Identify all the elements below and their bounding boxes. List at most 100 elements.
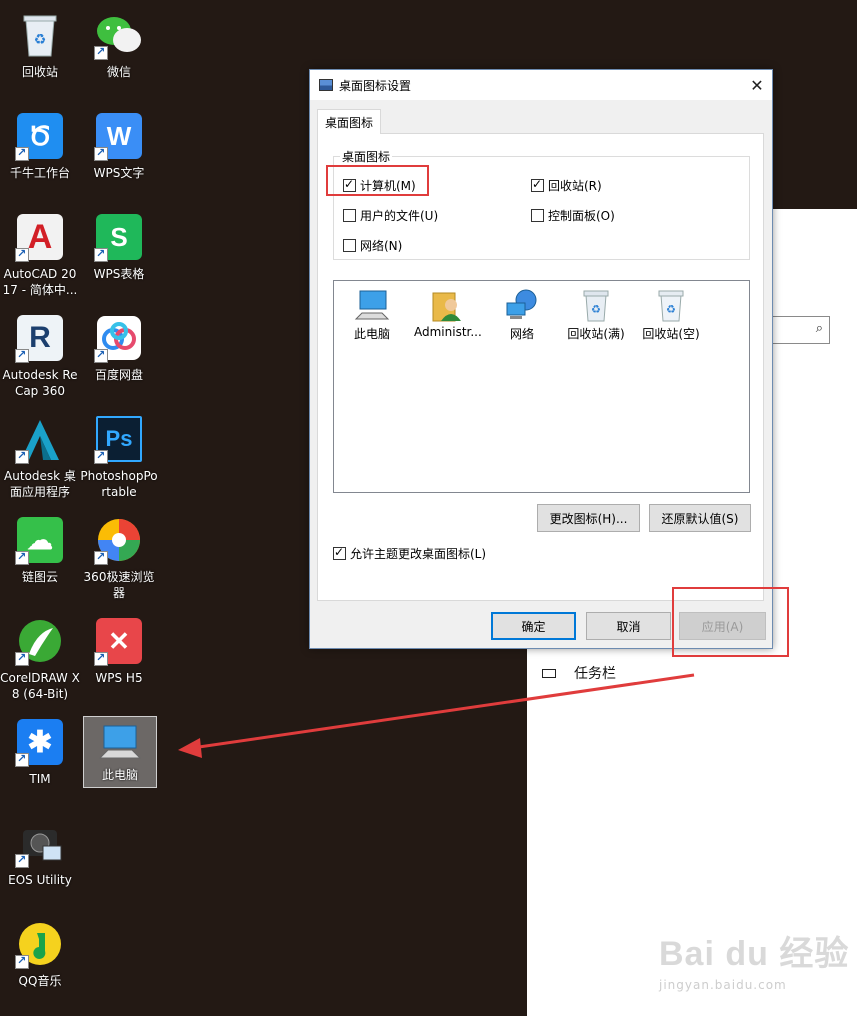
qianniu-icon: Ծ [15,111,65,161]
wps-spreadsheet-icon: S [94,212,144,262]
dialog-titlebar[interactable]: 桌面图标设置 ✕ [310,70,772,100]
checkbox-user-files[interactable]: 用户的文件(U) [343,207,438,224]
shortcut-arrow-icon [15,247,29,262]
360-browser-icon [94,515,144,565]
recycle-bin-empty-icon: ♻ [653,287,689,323]
watermark-main: Bai du 经验 [659,935,850,973]
cancel-button[interactable]: 取消 [586,612,671,640]
desktop-icon-label: 千牛工作台 [9,166,70,180]
this-pc-icon [95,721,145,763]
recycle-bin-full-icon: ♻ [578,287,614,323]
shortcut-arrow-icon [15,449,29,464]
highlight-apply-button [672,587,789,657]
desktop-icon-label: 百度网盘 [94,368,143,382]
settings-taskbar-item[interactable]: 任务栏 [542,662,616,684]
list-item-label: Administr... [414,325,482,339]
list-item[interactable]: 此电脑 [339,287,405,342]
desktop-icon-wechat[interactable]: 微信 [79,10,159,80]
shortcut-arrow-icon [15,853,29,868]
desktop-icon-eos-utility[interactable]: EOS Utility [0,818,80,888]
wps-h5-icon: ✕ [94,616,144,666]
ok-button[interactable]: 确定 [491,612,576,640]
shortcut-arrow-icon [94,146,108,161]
list-item-label: 回收站(满) [567,327,625,341]
desktop-icon-recap[interactable]: R Autodesk ReCap 360 [0,313,80,399]
user-folder-icon [429,287,465,323]
shortcut-arrow-icon [15,651,29,666]
shortcut-arrow-icon [94,247,108,262]
desktop-icon-wps-h5[interactable]: ✕ WPS H5 [79,616,159,686]
desktop-icon-qianniu[interactable]: Ծ 千牛工作台 [0,111,80,181]
allow-themes-checkbox[interactable]: 允许主题更改桌面图标(L) [333,545,486,562]
change-icon-button[interactable]: 更改图标(H)... [537,504,640,532]
list-item[interactable]: ♻ 回收站(空) [638,287,704,342]
icon-list[interactable]: 此电脑 Administr... 网络 ♻ 回收站(满) ♻ 回收站(空) [333,280,750,493]
this-pc-icon [354,287,390,323]
restore-default-button[interactable]: 还原默认值(S) [649,504,751,532]
dialog-title: 桌面图标设置 [339,78,412,93]
desktop-icon-coreldraw[interactable]: CorelDRAW X8 (64-Bit) [0,616,80,702]
desktop-icon-baidu-netdisk[interactable]: 百度网盘 [79,313,159,383]
close-icon[interactable]: ✕ [742,70,772,100]
list-item[interactable]: ♻ 回收站(满) [563,287,629,342]
checkbox-label: 回收站(R) [548,179,602,193]
svg-text:♻: ♻ [34,32,47,48]
taskbar-icon [542,668,556,678]
group-label: 桌面图标 [340,148,393,165]
watermark-url: jingyan.baidu.com [659,978,787,992]
checkbox-box[interactable] [343,239,356,252]
checkbox-box[interactable] [333,545,346,560]
photoshop-icon: Ps [94,414,144,464]
desktop-icon-recycle-bin[interactable]: ♻ 回收站 [0,10,80,80]
wechat-icon [94,10,144,60]
checkbox-network[interactable]: 网络(N) [343,237,402,254]
desktop-icon-this-pc[interactable]: 此电脑 [83,716,157,788]
checkbox-recycle-bin[interactable]: 回收站(R) [531,177,602,194]
tab-panel: 桌面图标 计算机(M) 回收站(R) 用户的文件(U) 控制面板(O) 网络(N… [317,133,764,601]
desktop-icon-label: 回收站 [21,65,58,79]
list-item-label: 网络 [509,327,534,341]
tab-desktop-icons[interactable]: 桌面图标 [317,109,381,134]
shortcut-arrow-icon [94,651,108,666]
desktop-icon-settings-dialog: 桌面图标设置 ✕ 桌面图标 桌面图标 计算机(M) 回收站(R) 用户的文件(U… [309,69,773,649]
list-item[interactable]: Administr... [414,287,482,339]
desktop-icon-label: WPS H5 [95,671,143,685]
checkbox-box[interactable] [343,209,356,222]
desktop-icon-label: 360极速浏览器 [83,570,155,600]
desktop-icon-label: AutoCAD 2017 - 简体中... [2,267,78,297]
desktop-icon-tim[interactable]: ✱ TIM [0,717,80,787]
list-item-label: 回收站(空) [642,327,700,341]
desktop-icon-liantuyun[interactable]: ☁ 链图云 [0,515,80,585]
checkbox-label: 用户的文件(U) [360,209,439,223]
checkbox-control-panel[interactable]: 控制面板(O) [531,207,615,224]
desktop-icon-wps-writer[interactable]: W WPS文字 [79,111,159,181]
coreldraw-icon [15,616,65,666]
display-settings-icon [319,79,333,91]
liantuyun-icon: ☁ [15,515,65,565]
taskbar-label: 任务栏 [574,666,616,682]
desktop-icon-label: 链图云 [21,570,58,584]
desktop-icon-label: EOS Utility [8,873,72,887]
checkbox-box[interactable] [531,209,544,222]
desktop-icon-qq-music[interactable]: QQ音乐 [0,919,80,989]
baidu-jingyan-watermark: Bai du 经验 jingyan.baidu.com [655,920,850,1000]
desktop-icon-wps-spreadsheet[interactable]: S WPS表格 [79,212,159,282]
shortcut-arrow-icon [94,449,108,464]
desktop-icon-autocad[interactable]: A AutoCAD 2017 - 简体中... [0,212,80,298]
desktop-icon-label: 微信 [106,65,131,79]
desktop-icon-label: Autodesk 桌面应用程序 [4,469,76,499]
desktop-icon-360-browser[interactable]: 360极速浏览器 [79,515,159,601]
list-item[interactable]: 网络 [489,287,555,342]
highlight-computer-checkbox [326,165,429,196]
eos-utility-icon [15,818,65,868]
shortcut-arrow-icon [94,550,108,565]
checkbox-box[interactable] [531,177,544,192]
qq-music-icon [15,919,65,969]
shortcut-arrow-icon [94,45,108,60]
shortcut-arrow-icon [15,954,29,969]
recycle-bin-icon: ♻ [15,10,65,60]
checkbox-label: 网络(N) [360,239,403,253]
shortcut-arrow-icon [15,550,29,565]
desktop-icon-autodesk-desktop-app[interactable]: Autodesk 桌面应用程序 [0,414,80,500]
desktop-icon-photoshop[interactable]: Ps PhotoshopPortable [79,414,159,500]
